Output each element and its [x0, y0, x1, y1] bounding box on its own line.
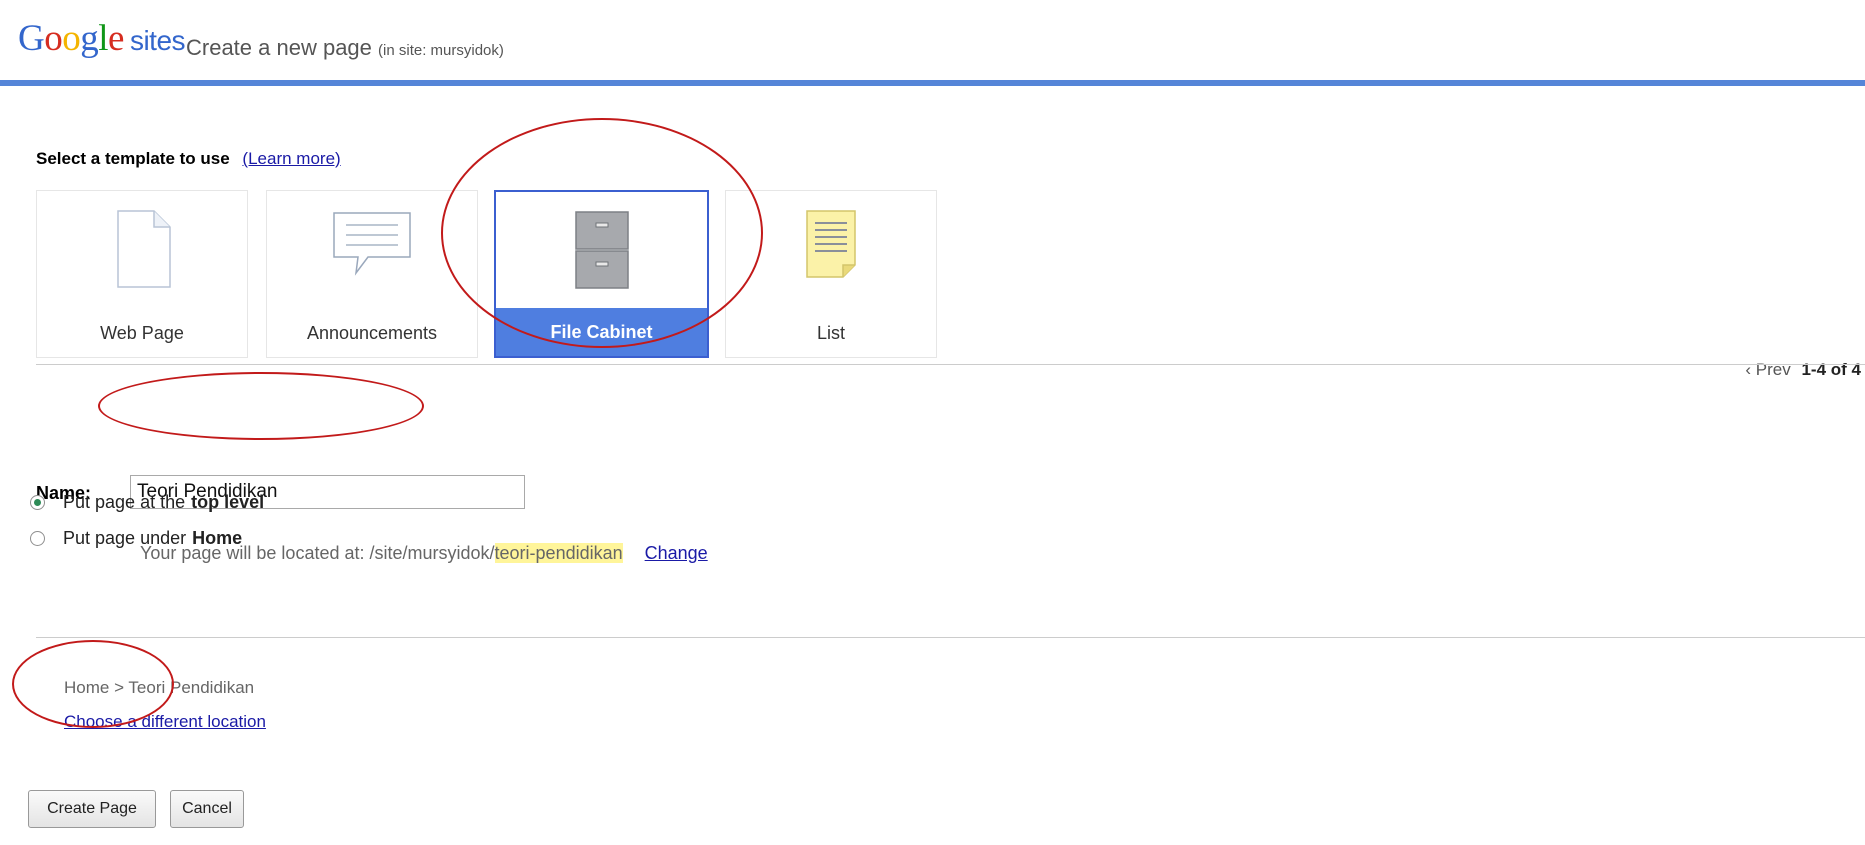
option-top-level[interactable]: Put page at the top level	[30, 492, 264, 513]
google-sites-logo[interactable]: Google sites	[18, 18, 186, 59]
location-slug: teori-pendidikan	[494, 543, 623, 563]
annotation-circle-name	[98, 372, 424, 440]
template-file-cabinet[interactable]: File Cabinet	[494, 190, 709, 358]
document-icon	[117, 210, 171, 288]
breadcrumb: Home > Teori Pendidikan	[64, 678, 255, 697]
header: Google sites Create a new page (in site: …	[0, 0, 1865, 84]
template-label: Announcements	[306, 323, 438, 343]
template-heading: Select a template to use	[36, 149, 230, 168]
template-label: File Cabinet	[496, 308, 707, 356]
choose-location-link[interactable]: Choose a different location	[64, 712, 266, 732]
template-web-page[interactable]: Web Page	[36, 190, 248, 358]
template-list[interactable]: List	[725, 190, 937, 358]
list-note-icon	[806, 210, 856, 278]
option-under-home-text: Put page under	[63, 528, 187, 548]
page-title-text: Create a new page	[186, 35, 372, 60]
header-divider	[0, 80, 1865, 86]
file-cabinet-icon	[574, 211, 629, 289]
option-top-level-bold: top level	[191, 492, 265, 512]
template-section-title: Select a template to use (Learn more)	[36, 149, 341, 169]
create-page-button[interactable]: Create Page	[28, 790, 156, 828]
pager-range: 1-4 of 4	[1801, 360, 1861, 379]
divider-bottom	[36, 637, 1865, 638]
radio-top-level[interactable]	[30, 495, 45, 510]
speech-bubble-icon	[333, 212, 411, 276]
site-note: (in site: mursyidok)	[378, 42, 504, 59]
learn-more-link[interactable]: (Learn more)	[242, 149, 340, 168]
option-under-home-bold: Home	[192, 528, 243, 548]
cancel-button[interactable]: Cancel	[170, 790, 244, 828]
radio-under-home[interactable]	[30, 531, 45, 546]
logo-google: Google	[18, 18, 124, 59]
template-announcements[interactable]: Announcements	[266, 190, 478, 358]
prev-link[interactable]: ‹ Prev	[1745, 360, 1790, 379]
template-label: Web Page	[100, 323, 184, 343]
template-pager: ‹ Prev 1-4 of 4	[1745, 360, 1861, 380]
divider-top	[36, 364, 1865, 365]
option-under-home[interactable]: Put page under Home	[30, 528, 242, 549]
template-label: List	[816, 323, 845, 343]
page-title: Create a new page (in site: mursyidok)	[186, 35, 504, 61]
change-location-link[interactable]: Change	[645, 543, 708, 563]
logo-sites: sites	[129, 25, 186, 56]
option-top-level-text: Put page at the	[63, 492, 186, 512]
